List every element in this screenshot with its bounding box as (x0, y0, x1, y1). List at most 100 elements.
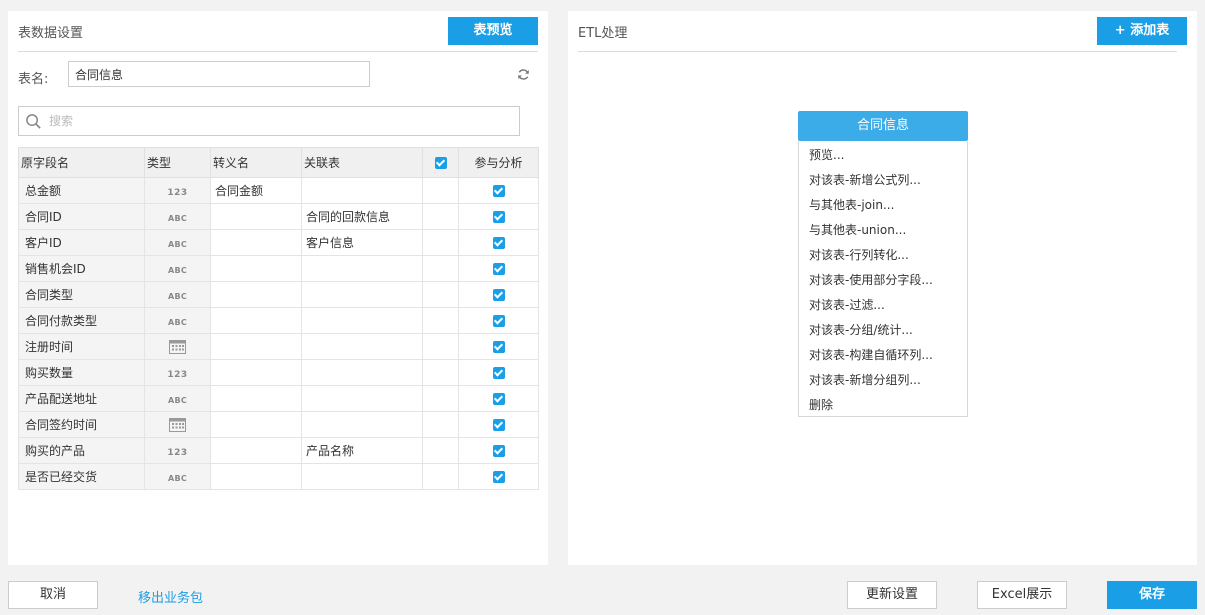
field-alias-cell[interactable] (210, 385, 302, 412)
table-name-input[interactable] (68, 61, 370, 87)
empty-cell (422, 359, 459, 386)
excel-display-button[interactable]: Excel展示 (977, 581, 1067, 609)
etl-menu-item[interactable]: 对该表-构建自循环列... (799, 343, 967, 368)
participate-checkbox[interactable] (492, 341, 505, 353)
add-table-button[interactable]: + 添加表 (1097, 17, 1187, 45)
related-table-cell[interactable] (301, 359, 423, 386)
table-row: 合同类型 ABC (18, 281, 539, 308)
etl-menu-item[interactable]: 与其他表-join... (799, 193, 967, 218)
related-table-cell[interactable] (301, 281, 423, 308)
related-table-cell[interactable]: 合同的回款信息 (301, 203, 423, 230)
etl-menu-item[interactable]: 对该表-新增公式列... (799, 168, 967, 193)
empty-cell (422, 281, 459, 308)
type-label: ABC (167, 317, 188, 327)
participate-cell[interactable] (458, 281, 539, 308)
participate-checkbox[interactable] (492, 393, 505, 405)
left-panel-header: 表数据设置 表预览 (18, 11, 538, 52)
participate-cell[interactable] (458, 333, 539, 360)
related-table-cell[interactable] (301, 307, 423, 334)
participate-cell[interactable] (458, 463, 539, 490)
field-type-cell: ABC (144, 203, 211, 230)
field-alias-cell[interactable] (210, 307, 302, 334)
left-panel-title: 表数据设置 (18, 26, 84, 41)
update-settings-button[interactable]: 更新设置 (847, 581, 937, 609)
participate-cell[interactable] (458, 255, 539, 282)
etl-menu-item[interactable]: 对该表-行列转化... (799, 243, 967, 268)
field-name-cell: 注册时间 (18, 333, 145, 360)
related-table-cell[interactable] (301, 255, 423, 282)
related-table-cell[interactable] (301, 411, 423, 438)
field-type-cell: ABC (144, 307, 211, 334)
field-type-cell: 123 (144, 177, 211, 204)
right-panel-title: ETL处理 (578, 26, 628, 41)
participate-checkbox[interactable] (492, 211, 505, 223)
refresh-icon[interactable] (517, 68, 530, 81)
remove-from-package-link[interactable]: 移出业务包 (138, 587, 203, 606)
related-table-cell[interactable] (301, 463, 423, 490)
field-alias-cell[interactable] (210, 333, 302, 360)
etl-table-node[interactable]: 合同信息 (798, 111, 968, 141)
search-box (18, 106, 520, 136)
field-alias-cell[interactable] (210, 203, 302, 230)
field-alias-cell[interactable] (210, 463, 302, 490)
field-alias-cell[interactable] (210, 437, 302, 464)
participate-cell[interactable] (458, 229, 539, 256)
participate-cell[interactable] (458, 203, 539, 230)
etl-menu-item[interactable]: 对该表-新增分组列... (799, 368, 967, 393)
table-row: 购买数量 123 (18, 359, 539, 386)
participate-checkbox[interactable] (492, 315, 505, 327)
cancel-button[interactable]: 取消 (8, 581, 98, 609)
save-button[interactable]: 保存 (1107, 581, 1197, 609)
related-table-cell[interactable] (301, 385, 423, 412)
related-table-cell[interactable]: 产品名称 (301, 437, 423, 464)
calendar-icon (169, 340, 186, 354)
field-table: 原字段名 类型 转义名 关联表 参与分析 总金额 123 合同金额 合同ID ABC 合同… (18, 147, 539, 490)
participate-checkbox[interactable] (492, 263, 505, 275)
field-name-cell: 产品配送地址 (18, 385, 145, 412)
etl-menu-item[interactable]: 对该表-分组/统计... (799, 318, 967, 343)
etl-menu-item[interactable]: 预览... (799, 143, 967, 168)
participate-cell[interactable] (458, 177, 539, 204)
type-label: ABC (167, 239, 188, 249)
etl-menu-item[interactable]: 删除 (799, 393, 967, 418)
table-row: 是否已经交货 ABC (18, 463, 539, 490)
participate-cell[interactable] (458, 411, 539, 438)
related-table-cell[interactable]: 客户信息 (301, 229, 423, 256)
table-preview-button[interactable]: 表预览 (448, 17, 538, 45)
etl-menu-item[interactable]: 与其他表-union... (799, 218, 967, 243)
field-name-cell: 合同签约时间 (18, 411, 145, 438)
etl-menu-item[interactable]: 对该表-使用部分字段... (799, 268, 967, 293)
participate-cell[interactable] (458, 437, 539, 464)
field-alias-cell[interactable]: 合同金额 (210, 177, 302, 204)
related-table-cell[interactable] (301, 333, 423, 360)
participate-cell[interactable] (458, 307, 539, 334)
participate-cell[interactable] (458, 385, 539, 412)
type-label: ABC (167, 395, 188, 405)
field-type-cell (144, 411, 211, 438)
participate-checkbox[interactable] (492, 471, 505, 483)
etl-menu-item[interactable]: 对该表-过滤... (799, 293, 967, 318)
participate-checkbox[interactable] (492, 185, 505, 197)
field-alias-cell[interactable] (210, 229, 302, 256)
field-alias-cell[interactable] (210, 281, 302, 308)
table-row: 合同签约时间 (18, 411, 539, 438)
table-row: 注册时间 (18, 333, 539, 360)
etl-panel: ETL处理 + 添加表 合同信息 预览... 对该表-新增公式列... 与其他表-j… (568, 11, 1197, 565)
right-panel-header: ETL处理 (578, 11, 1177, 52)
col-field-name: 原字段名 (18, 147, 145, 178)
participate-checkbox[interactable] (492, 367, 505, 379)
field-alias-cell[interactable] (210, 359, 302, 386)
participate-checkbox[interactable] (492, 445, 505, 457)
search-input[interactable] (49, 107, 509, 135)
select-all-checkbox[interactable] (434, 157, 447, 169)
related-table-cell[interactable] (301, 177, 423, 204)
col-select-all[interactable] (422, 147, 459, 178)
field-alias-cell[interactable] (210, 411, 302, 438)
participate-checkbox[interactable] (492, 419, 505, 431)
participate-cell[interactable] (458, 359, 539, 386)
participate-checkbox[interactable] (492, 237, 505, 249)
participate-checkbox[interactable] (492, 289, 505, 301)
field-alias-cell[interactable] (210, 255, 302, 282)
field-name-cell: 购买数量 (18, 359, 145, 386)
type-label: ABC (167, 213, 188, 223)
